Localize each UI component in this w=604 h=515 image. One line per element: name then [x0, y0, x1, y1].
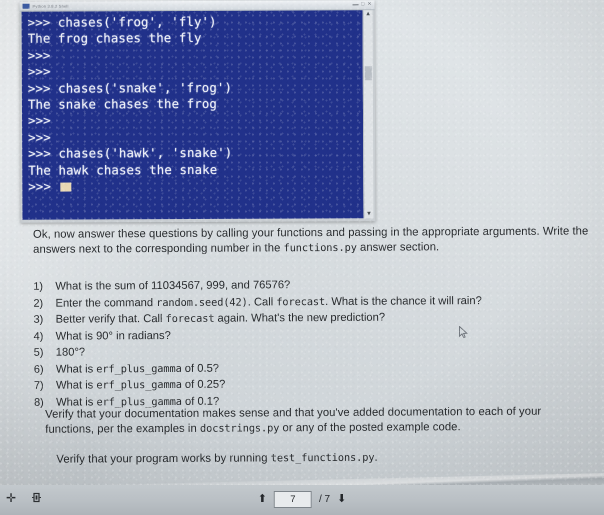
- inline-code: forecast: [276, 295, 326, 308]
- terminal-line: >>> chases('frog', 'fly'): [27, 13, 217, 30]
- inline-text: . Call: [247, 295, 277, 308]
- inline-code: forecast: [165, 312, 215, 325]
- inline-text: What is 90° in radians?: [55, 329, 171, 343]
- inline-text: What is: [55, 379, 97, 392]
- terminal-prompt: >>>: [28, 178, 52, 194]
- question-number: 7): [33, 379, 44, 392]
- question-item: 2) Enter the command random.seed(42). Cal…: [33, 293, 578, 311]
- question-item: 1) What is the sum of 11034567, 999, and …: [33, 276, 578, 294]
- question-item: 4) What is 90° in radians?: [34, 326, 579, 344]
- question-item: 6) What is erf_plus_gamma of 0.5?: [34, 359, 579, 377]
- terminal-line: The hawk chases the snake: [28, 161, 218, 178]
- inline-text: What is: [56, 395, 97, 409]
- terminal-line: >>> chases('hawk', 'snake'): [28, 145, 233, 161]
- page-navigation: ⬆ 7 / 7 ⬇: [258, 491, 346, 508]
- question-text: What is the sum of 11034567, 999, and 76…: [55, 278, 290, 294]
- terminal-line: >>>: [27, 63, 51, 79]
- documentation-paragraph: Verify that your documentation makes sen…: [45, 404, 585, 438]
- question-number: 3): [33, 313, 44, 326]
- inline-text: 180°?: [55, 346, 86, 359]
- toolbar-left-group: ✛: [6, 491, 43, 504]
- intro-code-functions-py: functions.py: [283, 242, 357, 255]
- intro-paragraph: Ok, now answer these questions by callin…: [33, 224, 589, 258]
- question-number: 4): [33, 330, 44, 343]
- terminal-line: The frog chases the fly: [27, 30, 202, 47]
- terminal-window-title: Python 3.8.2 Shell: [32, 3, 69, 9]
- intro-text-part2: answer section.: [356, 241, 440, 255]
- inline-text: of 0.1?: [181, 395, 220, 408]
- question-item: 5) 180°?: [34, 342, 579, 360]
- question-text: 180°?: [56, 345, 85, 360]
- terminal-line: The snake chases the frog: [27, 95, 217, 112]
- pdf-viewer-toolbar: ✛ ⬆ 7 / 7 ⬇: [0, 485, 604, 515]
- page-total-label: / 7: [318, 494, 331, 505]
- inline-code: random.seed(42): [156, 295, 248, 309]
- inline-code: erf_plus_gamma: [96, 378, 182, 392]
- para2-text-part2: or any of the posted example code.: [279, 421, 461, 435]
- maximize-icon[interactable]: □: [361, 1, 364, 7]
- inline-text: What is the sum of 11034567, 999, and 76…: [55, 279, 291, 293]
- question-item: 3) Better verify that. Call forecast agai…: [34, 309, 579, 327]
- question-text: Better verify that. Call forecast again.…: [56, 311, 386, 327]
- mouse-pointer-icon: [459, 326, 468, 339]
- inline-text: Enter the command: [55, 296, 157, 310]
- plus-icon[interactable]: ✛: [6, 492, 16, 504]
- page-up-arrow-icon[interactable]: ⬆: [258, 494, 267, 505]
- terminal-output[interactable]: >>> chases('frog', 'fly') The frog chase…: [21, 10, 364, 220]
- scrollbar-thumb[interactable]: [364, 66, 372, 81]
- question-number: 6): [33, 363, 44, 376]
- para2-code-docstrings-py: docstrings.py: [199, 422, 280, 435]
- inline-text: of 0.5?: [181, 362, 220, 375]
- para3-text-part1: Verify that your program works by runnin…: [56, 452, 271, 466]
- inline-text: What is: [55, 362, 97, 376]
- terminal-cursor: [59, 182, 72, 192]
- terminal-prompt-line: >>>: [28, 177, 363, 195]
- question-text: Enter the command random.seed(42). Call …: [55, 294, 481, 311]
- para3-text-part2: .: [374, 451, 378, 464]
- terminal-line: >>> chases('snake', 'frog'): [27, 79, 233, 96]
- terminal-body: >>> chases('frog', 'fly') The frog chase…: [21, 10, 374, 220]
- terminal-scrollbar[interactable]: ▲ ▼: [362, 10, 374, 219]
- terminal-line: >>>: [28, 113, 51, 129]
- current-page-input[interactable]: 7: [273, 491, 312, 508]
- question-text: What is erf_plus_gamma of 0.5?: [56, 361, 219, 376]
- inline-text: again. What's the new prediction?: [214, 311, 386, 325]
- scroll-up-arrow-icon[interactable]: ▲: [365, 11, 371, 17]
- question-text: What is 90° in radians?: [56, 328, 171, 343]
- window-controls: □ ✕: [352, 1, 372, 7]
- question-item: 7) What is erf_plus_gamma of 0.25?: [34, 375, 579, 393]
- fit-page-icon[interactable]: [30, 491, 43, 504]
- terminal-line: >>>: [28, 129, 51, 145]
- inline-text: of 0.25?: [181, 378, 226, 391]
- question-list: 1) What is the sum of 11034567, 999, and …: [33, 276, 579, 411]
- inline-text: Better verify that. Call: [55, 312, 166, 326]
- scroll-down-arrow-icon[interactable]: ▼: [366, 211, 372, 217]
- python-icon: [22, 3, 30, 9]
- question-number: 2): [33, 297, 44, 310]
- question-number: 5): [33, 346, 44, 359]
- question-number: 8): [34, 396, 44, 409]
- terminal-screenshot-image: Python 3.8.2 Shell □ ✕ >>> chases('frog'…: [19, 0, 376, 223]
- para3-code-test-functions-py: test_functions.py: [270, 451, 375, 465]
- terminal-line: >>>: [27, 47, 51, 63]
- question-text: What is erf_plus_gamma of 0.25?: [56, 378, 225, 393]
- minimize-icon[interactable]: [352, 4, 359, 6]
- page-down-arrow-icon[interactable]: ⬇: [337, 494, 346, 505]
- testing-paragraph: Verify that your program works by runnin…: [56, 449, 576, 467]
- question-number: 1): [33, 280, 44, 293]
- close-icon[interactable]: ✕: [367, 1, 371, 7]
- inline-text: . What is the chance it will rain?: [325, 294, 482, 308]
- inline-code: erf_plus_gamma: [96, 362, 182, 375]
